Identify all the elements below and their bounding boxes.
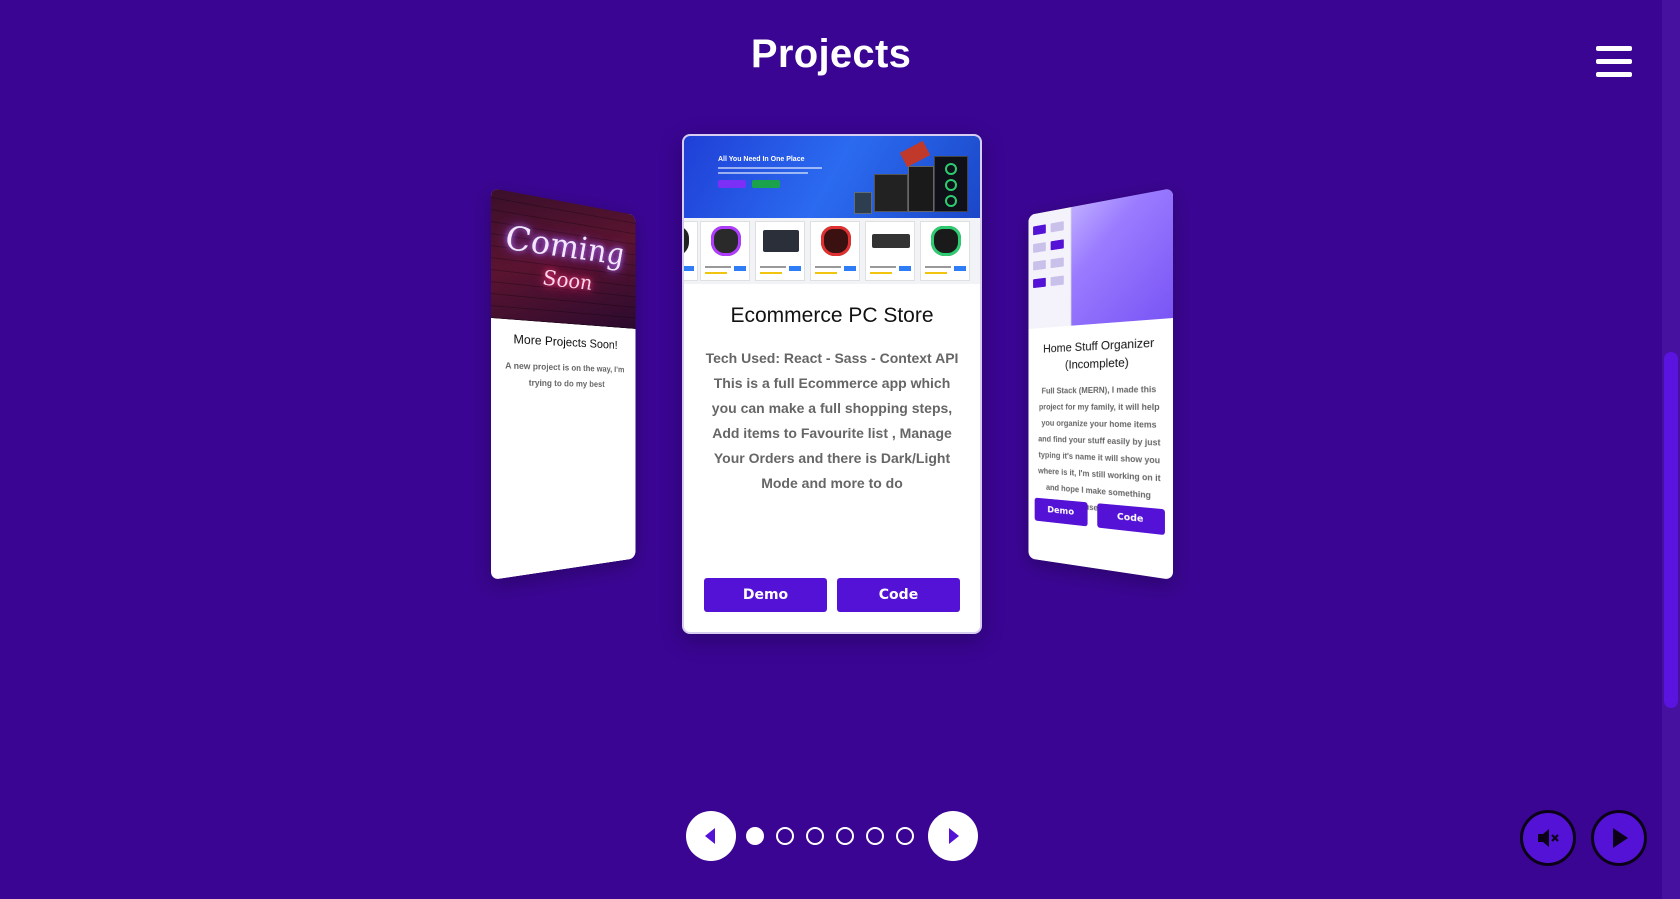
arrow-left-icon (705, 828, 715, 844)
pagination-dot[interactable] (776, 827, 794, 845)
arrow-right-icon (949, 828, 959, 844)
card-description: A new project is on the way, I'm trying … (505, 360, 625, 389)
ecommerce-hero-image: All You Need In One Place (684, 136, 980, 218)
play-icon (1613, 828, 1628, 848)
product-tile (700, 221, 750, 281)
organizer-tile-graphic (1050, 275, 1064, 287)
code-button[interactable]: Code (1097, 503, 1165, 536)
gpu-graphic (899, 140, 931, 168)
code-button[interactable]: Code (837, 578, 960, 612)
mute-button[interactable] (1520, 810, 1576, 866)
product-name-line (760, 266, 786, 268)
product-name-line (705, 266, 731, 268)
pagination-dot[interactable] (836, 827, 854, 845)
keyboard-graphic (872, 234, 910, 248)
rating-graphic (925, 272, 947, 274)
product-name-line (925, 266, 951, 268)
buy-graphic (954, 266, 966, 271)
cpu-graphic (854, 192, 872, 214)
product-tile (810, 221, 860, 281)
organizer-tile-graphic (1033, 242, 1046, 253)
product-tile (684, 221, 698, 281)
motherboard-graphic (874, 174, 908, 212)
hero-pill-graphic (752, 180, 780, 188)
pagination-dot[interactable] (806, 827, 824, 845)
hero-text-line (718, 172, 808, 174)
pagination-dot[interactable] (866, 827, 884, 845)
rating-graphic (870, 272, 892, 274)
product-tile (865, 221, 915, 281)
fan-graphic (945, 163, 957, 175)
laptop-graphic (763, 230, 799, 252)
mouse-graphic (821, 226, 851, 256)
pc-tower-graphic (934, 156, 968, 212)
card-actions: Demo Code (704, 578, 960, 612)
hero-headline: All You Need In One Place (718, 156, 805, 163)
organizer-screenshot-image (1028, 188, 1173, 329)
demo-button[interactable]: Demo (1034, 497, 1088, 527)
demo-button[interactable]: Demo (704, 578, 827, 612)
fan-graphic (945, 179, 957, 191)
graphics-card-graphic (908, 166, 934, 212)
organizer-tile-graphic (1033, 259, 1046, 271)
buy-graphic (844, 266, 856, 271)
mouse-graphic (684, 226, 689, 256)
product-name-line (870, 266, 896, 268)
product-tile (755, 221, 805, 281)
rating-graphic (760, 272, 782, 274)
organizer-tile-graphic (1050, 257, 1064, 269)
product-name-line (815, 266, 841, 268)
pagination-dot[interactable] (746, 827, 764, 845)
coming-soon-image: Coming Soon (491, 188, 636, 329)
speaker-muted-icon (1538, 829, 1559, 847)
hero-pill-graphic (718, 180, 746, 188)
next-slide-button[interactable] (928, 811, 978, 861)
previous-slide-button[interactable] (686, 811, 736, 861)
scrollbar-thumb[interactable] (1664, 352, 1678, 708)
buy-graphic (899, 266, 911, 271)
pagination-dot[interactable] (896, 827, 914, 845)
play-button[interactable] (1591, 810, 1647, 866)
buy-graphic (684, 266, 694, 271)
rating-graphic (705, 272, 727, 274)
project-card-coming-soon[interactable]: Coming Soon More Projects Soon! A new pr… (491, 188, 636, 580)
rating-graphic (815, 272, 837, 274)
project-card-home-organizer[interactable]: Home Stuff Organizer (Incomplete) Full S… (1028, 188, 1173, 580)
product-strip-image (684, 218, 980, 284)
card-title: More Projects Soon! (513, 331, 618, 352)
projects-carousel: Coming Soon More Projects Soon! A new pr… (0, 0, 1662, 899)
card-title: Home Stuff Organizer (Incomplete) (1043, 335, 1155, 372)
organizer-tile-graphic (1033, 277, 1046, 289)
buy-graphic (734, 266, 746, 271)
mouse-graphic (711, 226, 741, 256)
mouse-graphic (931, 226, 961, 256)
projects-page: Projects Coming Soon More Projects Soon!… (0, 0, 1680, 899)
product-tile (920, 221, 970, 281)
hero-text-line (718, 167, 822, 169)
fan-graphic (945, 195, 957, 207)
project-card-ecommerce[interactable]: All You Need In One Place Ecommerce PC S… (682, 134, 982, 634)
carousel-pagination (686, 811, 978, 863)
card-title: Ecommerce PC Store (730, 304, 934, 327)
buy-graphic (789, 266, 801, 271)
card-description: Tech Used: React - Sass - Context API Th… (705, 350, 959, 491)
